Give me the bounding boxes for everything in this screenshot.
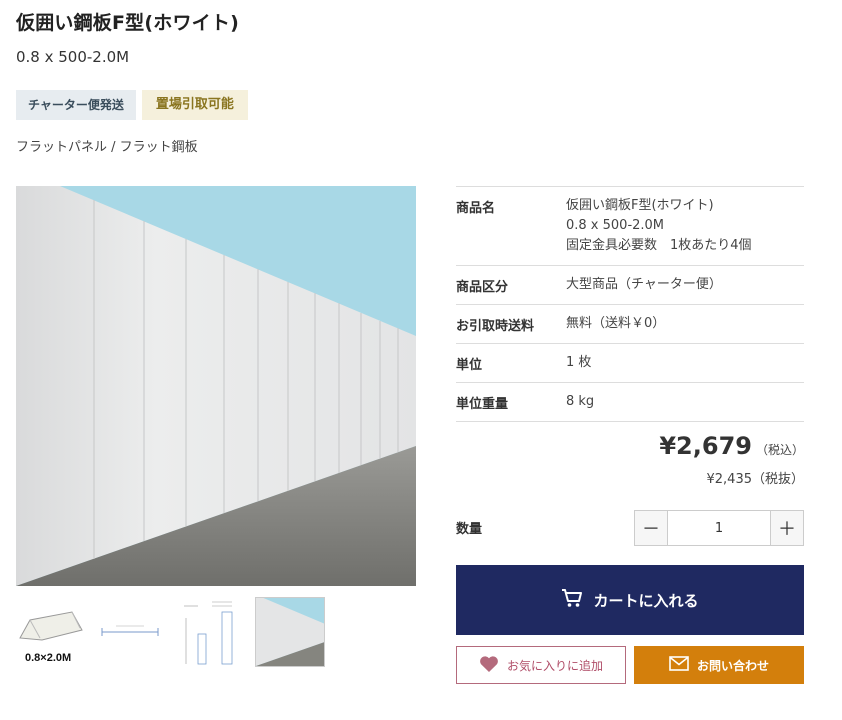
thumbnail-panel-shape[interactable]: 0.8×2.0M xyxy=(16,598,84,666)
main-product-image[interactable] xyxy=(16,186,416,586)
spec-label: お引取時送料 xyxy=(456,304,566,344)
pickup-badge: 置場引取可能 xyxy=(141,90,248,120)
thumbnail-cross-section[interactable] xyxy=(96,598,164,666)
spec-value: 8 kg xyxy=(566,382,804,422)
thumbnail-wall-photo[interactable] xyxy=(255,597,325,667)
spec-value: 大型商品（チャーター便） xyxy=(566,265,804,305)
spec-value-line: 1 枚 xyxy=(566,355,592,370)
thumbnail-strip: 0.8×2.0M xyxy=(16,597,325,667)
category-link-flat-steel[interactable]: フラット鋼板 xyxy=(120,140,198,155)
spec-label: 商品名 xyxy=(456,186,566,266)
thumbnail-caption: 0.8×2.0M xyxy=(25,652,72,664)
category-separator: / xyxy=(107,140,120,155)
add-to-cart-button[interactable]: カートに入れる xyxy=(456,565,804,635)
quantity-input[interactable] xyxy=(668,511,770,545)
charter-badge: チャーター便発送 xyxy=(16,90,136,120)
wall-photo-thumbnail xyxy=(256,598,324,666)
spec-row-name: 商品名 仮囲い鋼板F型(ホワイト) 0.8 x 500-2.0M 固定金具必要数… xyxy=(456,186,804,266)
spec-value: 1 枚 xyxy=(566,343,804,383)
spec-label: 単位重量 xyxy=(456,382,566,422)
spec-row-weight: 単位重量 8 kg xyxy=(456,382,804,422)
spec-table: 商品名 仮囲い鋼板F型(ホワイト) 0.8 x 500-2.0M 固定金具必要数… xyxy=(456,186,804,422)
spec-row-category: 商品区分 大型商品（チャーター便） xyxy=(456,265,804,305)
spec-label: 商品区分 xyxy=(456,265,566,305)
spec-value: 無料（送料￥0） xyxy=(566,304,804,344)
quantity-label: 数量 xyxy=(456,522,483,537)
wall-photo xyxy=(16,186,416,586)
category-links: フラットパネル / フラット鋼板 xyxy=(16,136,198,155)
product-title: 仮囲い鋼板F型(ホワイト) xyxy=(16,12,239,34)
spec-label: 単位 xyxy=(456,343,566,383)
cart-icon xyxy=(561,588,583,612)
badge-group: チャーター便発送 置場引取可能 xyxy=(16,90,248,120)
spec-value-line: 無料（送料￥0） xyxy=(566,316,666,331)
spec-value-line: 0.8 x 500-2.0M xyxy=(566,218,665,233)
add-to-cart-label: カートに入れる xyxy=(593,591,699,610)
product-subtitle: 0.8 x 500-2.0M xyxy=(16,48,130,66)
quantity-stepper: － ＋ xyxy=(634,510,804,546)
mail-icon xyxy=(669,656,689,674)
favorites-label: お気に入りに追加 xyxy=(506,658,603,673)
price-tax-label: （税込） xyxy=(755,443,804,457)
spec-row-shipping: お引取時送料 無料（送料￥0） xyxy=(456,304,804,344)
heart-icon xyxy=(479,655,499,676)
quantity-increase-button[interactable]: ＋ xyxy=(770,511,803,545)
contact-button[interactable]: お問い合わせ xyxy=(634,646,804,684)
quantity-decrease-button[interactable]: － xyxy=(635,511,668,545)
category-link-flat-panel[interactable]: フラットパネル xyxy=(16,140,107,155)
spec-value: 仮囲い鋼板F型(ホワイト) 0.8 x 500-2.0M 固定金具必要数 1枚あ… xyxy=(566,186,804,266)
thumbnail-dimensions[interactable] xyxy=(176,598,244,666)
spec-value-line: 8 kg xyxy=(566,394,595,409)
dimension-drawing xyxy=(184,601,233,665)
spec-value-line: 固定金具必要数 1枚あたり4個 xyxy=(566,238,752,253)
cross-section-drawing xyxy=(101,625,159,636)
contact-label: お問い合わせ xyxy=(696,658,769,673)
spec-value-line: 大型商品（チャーター便） xyxy=(566,277,722,292)
spec-value-line: 仮囲い鋼板F型(ホワイト) xyxy=(566,198,714,213)
price-with-tax: ¥2,679 （税込） xyxy=(659,432,804,460)
price-amount: ¥2,679 xyxy=(659,432,752,460)
price-without-tax: ¥2,435（税抜） xyxy=(706,472,805,487)
spec-row-unit: 単位 1 枚 xyxy=(456,343,804,383)
add-to-favorites-button[interactable]: お気に入りに追加 xyxy=(456,646,626,684)
